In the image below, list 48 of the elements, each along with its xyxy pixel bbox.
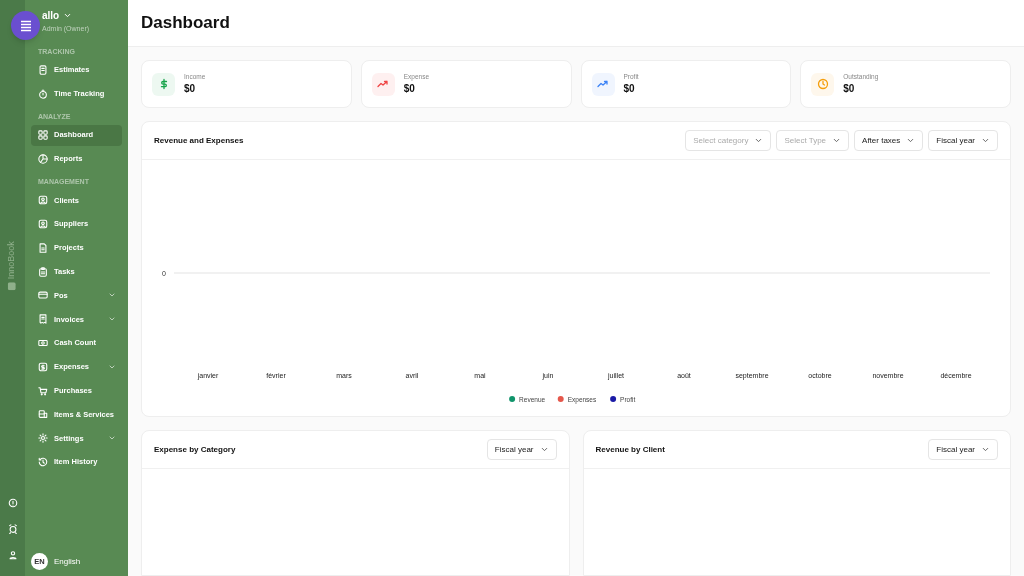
receipt-icon <box>38 314 48 325</box>
gear-icon <box>38 433 48 444</box>
dollar-icon <box>38 361 48 372</box>
grid-icon <box>38 130 48 141</box>
document-icon <box>38 65 48 75</box>
cart-icon <box>38 385 48 396</box>
account-name: allo <box>42 9 60 23</box>
chevron-down-icon <box>906 136 916 145</box>
user-icon <box>7 550 18 560</box>
contact-icon <box>38 219 48 229</box>
logo-icon <box>8 282 16 291</box>
chevron-down-icon <box>754 136 764 145</box>
dropdown[interactable]: Fiscal year <box>928 130 998 151</box>
banknote-icon <box>38 337 48 348</box>
alarm-icon <box>7 524 18 534</box>
chevron-down-icon <box>981 445 990 454</box>
stopwatch-icon <box>38 88 48 99</box>
panel-title: Revenue and Expenses <box>154 134 244 147</box>
document-icon <box>38 242 48 253</box>
dropdown[interactable]: Select Type <box>776 130 850 151</box>
trend-up-icon <box>377 78 390 90</box>
stat-value: $0 <box>184 82 197 97</box>
chevron-down-icon <box>539 445 549 454</box>
stat-value: $0 <box>843 82 856 97</box>
clipboard-icon <box>38 266 48 277</box>
card-icon <box>38 290 48 301</box>
history-icon <box>38 456 48 467</box>
trend-up-icon <box>597 78 609 90</box>
dropdown[interactable]: Fiscal year <box>486 439 557 460</box>
dropdown[interactable]: After taxes <box>854 130 924 151</box>
pie-chart-icon <box>38 153 48 164</box>
page-title: Dashboard <box>141 12 230 35</box>
menu-icon <box>19 19 32 32</box>
help-icon <box>7 498 18 508</box>
box-icon <box>38 409 48 420</box>
language-label: English <box>54 555 81 568</box>
chevron-down-icon <box>63 11 73 20</box>
contact-icon <box>38 195 48 206</box>
stat-value: $0 <box>623 82 636 97</box>
dropdown[interactable]: Select category <box>685 130 772 151</box>
dropdown[interactable]: Fiscal year <box>928 439 998 460</box>
panel-title: Revenue by Client <box>595 443 665 456</box>
panel-title: Expense by Category <box>154 443 236 456</box>
chevron-down-icon <box>981 136 990 145</box>
stat-value: $0 <box>403 82 416 97</box>
brand-name: InnoBook <box>5 241 18 280</box>
clock-icon <box>816 78 829 90</box>
chevron-down-icon <box>832 136 842 145</box>
